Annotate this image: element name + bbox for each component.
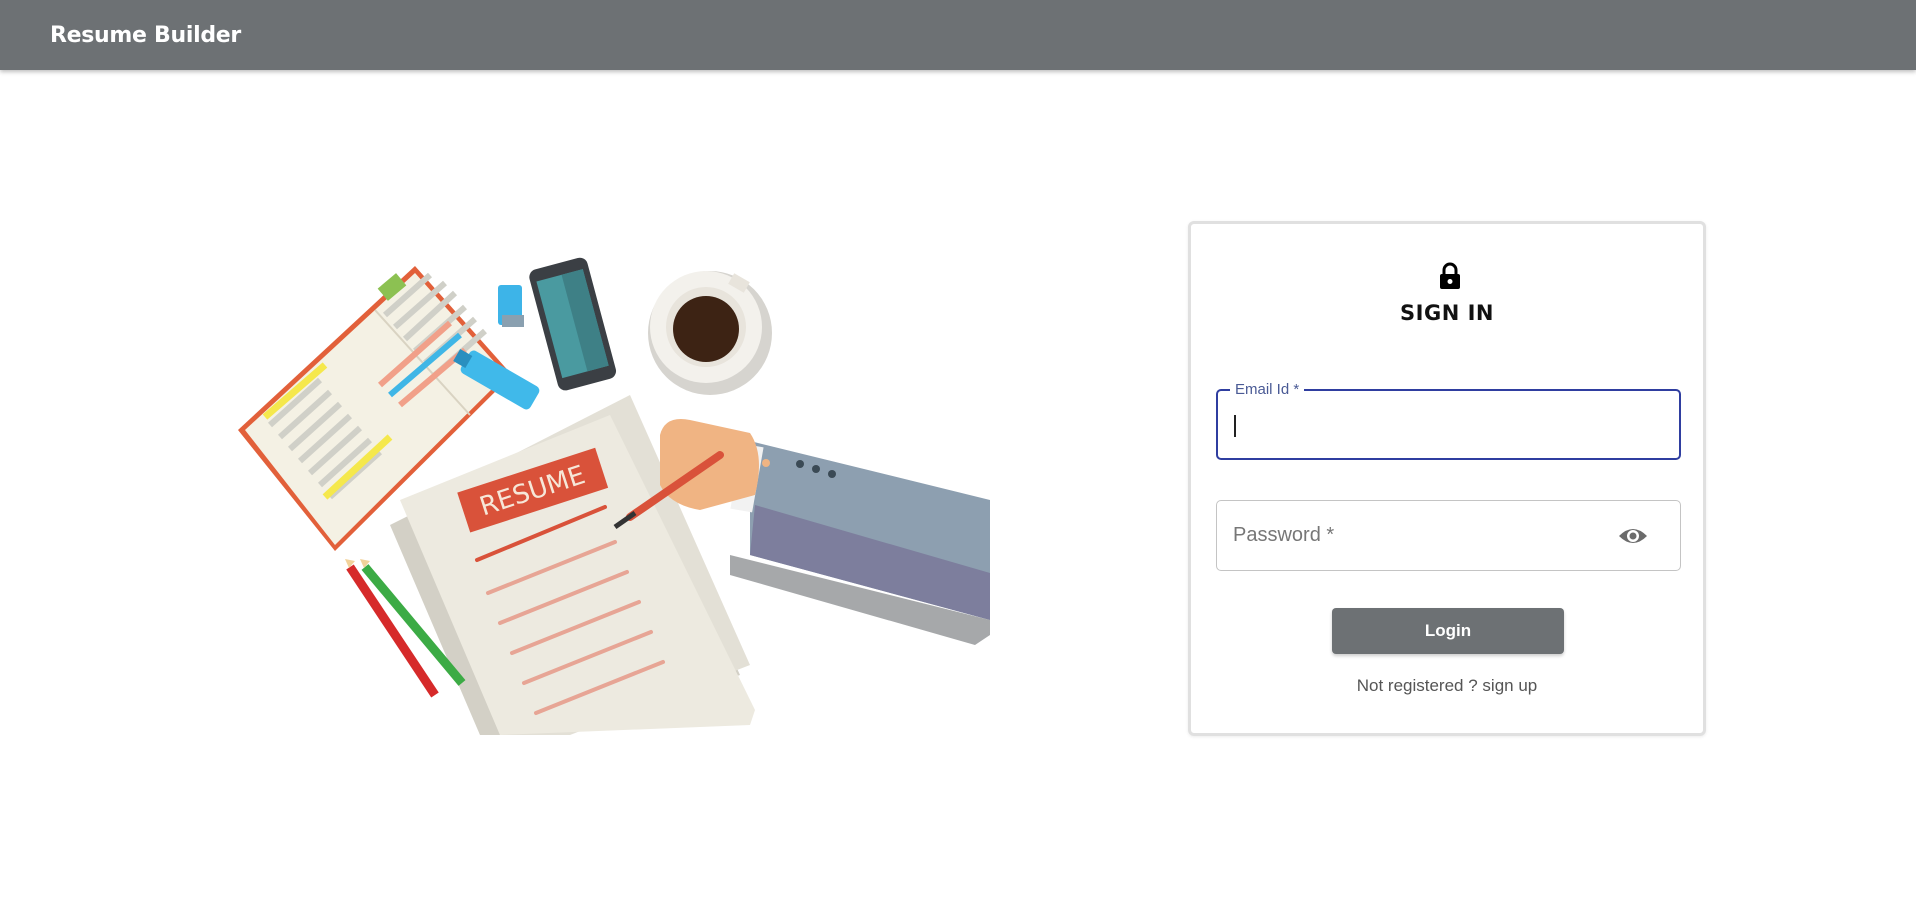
signin-title: SIGN IN [1400,301,1494,325]
resume-illustration: RESUME [230,255,990,735]
signup-prompt: Not registered ? sign up [1191,676,1703,696]
password-input[interactable] [1233,501,1633,570]
eye-icon[interactable] [1618,525,1648,547]
app-bar: Resume Builder [0,0,1916,70]
signup-link[interactable]: sign up [1482,676,1537,695]
login-button[interactable]: Login [1332,608,1564,654]
signup-prefix: Not registered ? [1356,676,1483,695]
email-field[interactable]: Email Id * [1216,381,1681,460]
lock-icon [1440,262,1460,289]
signin-card: SIGN IN Email Id * Login Not registered … [1188,221,1706,736]
app-title: Resume Builder [50,22,241,48]
password-field[interactable] [1216,500,1681,571]
email-input[interactable] [1234,391,1634,458]
